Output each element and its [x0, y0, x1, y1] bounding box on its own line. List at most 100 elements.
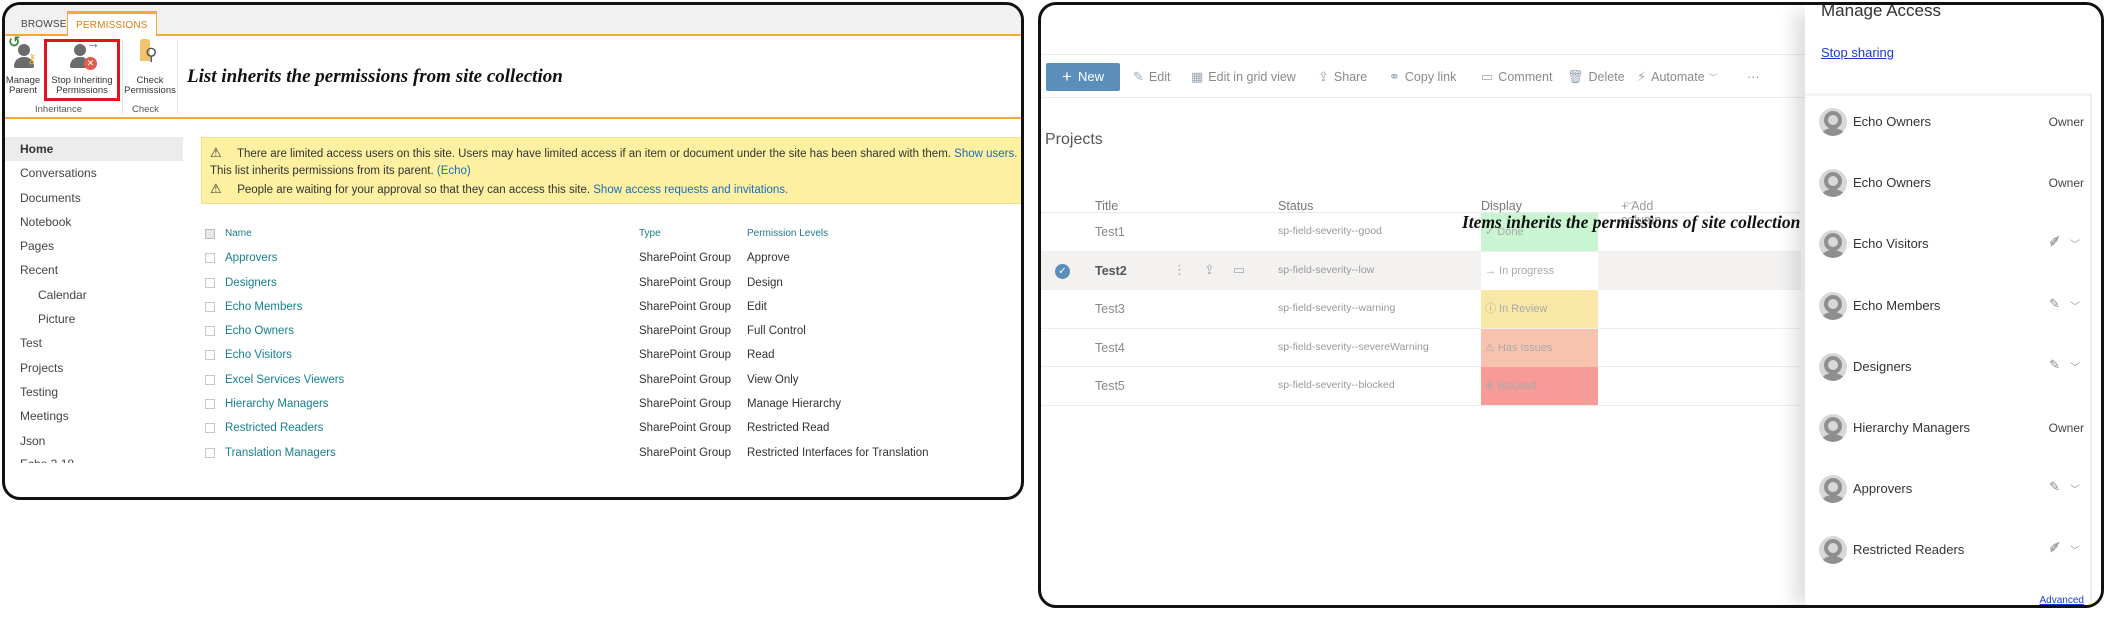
- nav-item-pages[interactable]: Pages: [5, 234, 183, 258]
- list-row[interactable]: Test3 sp-field-severity--warning ⓘ In Revi…: [1041, 290, 1801, 329]
- nav-item-test[interactable]: Test: [5, 331, 183, 355]
- check-permissions-button[interactable]: ⚲ Check Permissions: [123, 39, 177, 96]
- group-name-link[interactable]: Echo Members: [225, 295, 302, 319]
- role-label: Owner: [2048, 420, 2084, 435]
- nav-item-notebook[interactable]: Notebook: [5, 210, 183, 234]
- automate-icon: ⚡: [1637, 69, 1647, 84]
- group-name-link[interactable]: Designers: [225, 271, 277, 295]
- edit-button[interactable]: ✎ Edit: [1133, 55, 1170, 99]
- item-display-badge: ⓘ In Review: [1481, 290, 1598, 328]
- column-header-name[interactable]: Name: [225, 222, 252, 246]
- group-name-link[interactable]: Restricted Readers: [225, 416, 323, 440]
- pencil-icon[interactable]: ✎: [2049, 479, 2060, 495]
- column-header-type[interactable]: Type: [639, 222, 661, 246]
- share-button[interactable]: ⇪ Share: [1318, 55, 1367, 99]
- chevron-down-icon[interactable]: ﹀: [2070, 481, 2080, 496]
- quick-launch-nav: Home Conversations Documents Notebook Pa…: [5, 137, 183, 463]
- pencil-icon[interactable]: ✎: [2049, 296, 2060, 312]
- no-edit-icon[interactable]: ✐̸: [2049, 234, 2060, 250]
- chevron-down-icon[interactable]: ﹀: [2070, 298, 2080, 313]
- item-title[interactable]: Test5: [1095, 379, 1125, 393]
- comment-icon: ▭: [1481, 69, 1494, 84]
- comment-icon[interactable]: ▭: [1233, 262, 1245, 277]
- nav-item-recent[interactable]: Recent: [5, 258, 183, 282]
- group-avatar-icon: [1819, 230, 1847, 259]
- item-title[interactable]: Test3: [1095, 302, 1125, 316]
- edit-grid-view-button[interactable]: ▦ Edit in grid view: [1191, 55, 1296, 99]
- tab-browse[interactable]: BROWSE: [13, 13, 75, 36]
- item-title[interactable]: Test2: [1095, 264, 1127, 278]
- list-row[interactable]: Test4 sp-field-severity--severeWarning ⚠ H…: [1041, 328, 1801, 367]
- advanced-link[interactable]: Advanced: [2040, 595, 2084, 605]
- pencil-icon[interactable]: ✎: [2049, 357, 2060, 373]
- row-checkbox[interactable]: [205, 350, 215, 361]
- row-checkbox[interactable]: [205, 399, 215, 410]
- permission-level: Approve: [747, 252, 790, 265]
- nav-item-conversations[interactable]: Conversations: [5, 161, 183, 185]
- nav-item-meetings[interactable]: Meetings: [5, 404, 183, 428]
- nav-item-calendar[interactable]: Calendar: [5, 283, 183, 307]
- item-title[interactable]: Test4: [1095, 341, 1125, 355]
- group-name-link[interactable]: Approvers: [225, 246, 277, 270]
- group-name-link[interactable]: Excel Services Viewers: [225, 368, 344, 392]
- nav-item-picture[interactable]: Picture: [5, 307, 183, 331]
- copy-link-button[interactable]: ⚭ Copy link: [1389, 55, 1456, 99]
- row-checkbox[interactable]: [205, 301, 215, 312]
- classic-permissions-window: BROWSE PERMISSIONS ↺ ⚷ Manage Parent → ✕…: [2, 2, 1024, 500]
- group-type: SharePoint Group: [639, 373, 732, 386]
- group-label-check: Check: [132, 104, 159, 115]
- modern-list-window: + New ✎ Edit ▦ Edit in grid view ⇪ Share ⚭ Co…: [1038, 2, 2104, 608]
- select-all-checkbox[interactable]: [205, 229, 215, 239]
- nav-item-home[interactable]: Home: [5, 137, 183, 162]
- group-name: Echo Visitors: [1853, 236, 1929, 252]
- row-checkbox[interactable]: [205, 326, 215, 337]
- group-name-link[interactable]: Translation Managers: [225, 441, 336, 465]
- row-checkbox[interactable]: [205, 423, 215, 434]
- show-access-requests-link[interactable]: Show access requests and invitations.: [593, 184, 788, 196]
- comment-button[interactable]: ▭ Comment: [1481, 55, 1552, 99]
- nav-item-projects[interactable]: Projects: [5, 356, 183, 380]
- manage-access-panel: Manage Access Stop sharing Echo Owners Ow…: [1805, 5, 2101, 605]
- group-name-link[interactable]: Echo Owners: [225, 319, 294, 343]
- row-selected-check-icon[interactable]: ✓: [1055, 263, 1070, 279]
- stop-sharing-link[interactable]: Stop sharing: [1821, 45, 1894, 60]
- group-name: Hierarchy Managers: [1853, 419, 1971, 435]
- parent-echo-link[interactable]: (Echo): [437, 165, 471, 177]
- column-header-permission-levels[interactable]: Permission Levels: [747, 222, 828, 246]
- row-checkbox[interactable]: [205, 253, 215, 264]
- no-edit-icon[interactable]: ✐̸: [2049, 540, 2060, 556]
- permissions-notice-bar: ⚠ There are limited access users on this…: [201, 137, 1021, 204]
- group-type: SharePoint Group: [639, 276, 732, 289]
- row-checkbox[interactable]: [205, 277, 215, 288]
- group-avatar-icon: [1819, 413, 1847, 442]
- show-users-link[interactable]: Show users.: [954, 148, 1017, 160]
- list-grid: Title ﹀ Status ﹀ Display ﹀ + Add column ﹀ Te…: [1041, 175, 1801, 406]
- chevron-down-icon[interactable]: ﹀: [2070, 542, 2080, 557]
- new-button[interactable]: + New: [1046, 63, 1120, 91]
- group-name: Echo Owners: [1853, 114, 1932, 129]
- row-checkbox[interactable]: [205, 374, 215, 385]
- table-row: Echo Owners SharePoint Group Full Control: [205, 319, 1021, 343]
- group-name-link[interactable]: Echo Visitors: [225, 343, 292, 367]
- delete-button[interactable]: 🗑 Delete: [1567, 55, 1625, 99]
- manage-parent-button[interactable]: ↺ ⚷ Manage Parent: [5, 35, 41, 96]
- group-name: Approvers: [1853, 481, 1913, 497]
- permission-level: View Only: [747, 373, 799, 386]
- row-checkbox[interactable]: [205, 447, 215, 458]
- nav-item-echo[interactable]: Echo 2.18: [5, 453, 183, 463]
- nav-item-json[interactable]: Json: [5, 429, 183, 453]
- permission-level: Manage Hierarchy: [747, 398, 841, 411]
- group-name-link[interactable]: Hierarchy Managers: [225, 392, 329, 416]
- chevron-down-icon[interactable]: ﹀: [2070, 236, 2080, 251]
- chevron-down-icon[interactable]: ﹀: [2070, 359, 2080, 374]
- more-options-button[interactable]: ···: [1747, 55, 1760, 99]
- list-row[interactable]: Test5 sp-field-severity--blocked ⊗ Blocked: [1041, 367, 1801, 406]
- nav-item-testing[interactable]: Testing: [5, 380, 183, 404]
- share-icon[interactable]: ⇪: [1204, 262, 1215, 277]
- tab-permissions[interactable]: PERMISSIONS: [67, 11, 157, 38]
- automate-button[interactable]: ⚡ Automate ﹀: [1637, 55, 1718, 99]
- item-title[interactable]: Test1: [1095, 225, 1125, 239]
- nav-item-documents[interactable]: Documents: [5, 186, 183, 210]
- list-row[interactable]: ✓ ⋮ ⇪ ▭ Test2 sp-field-severity--low → In prog…: [1041, 251, 1801, 290]
- more-actions-icon[interactable]: ⋮: [1173, 262, 1186, 277]
